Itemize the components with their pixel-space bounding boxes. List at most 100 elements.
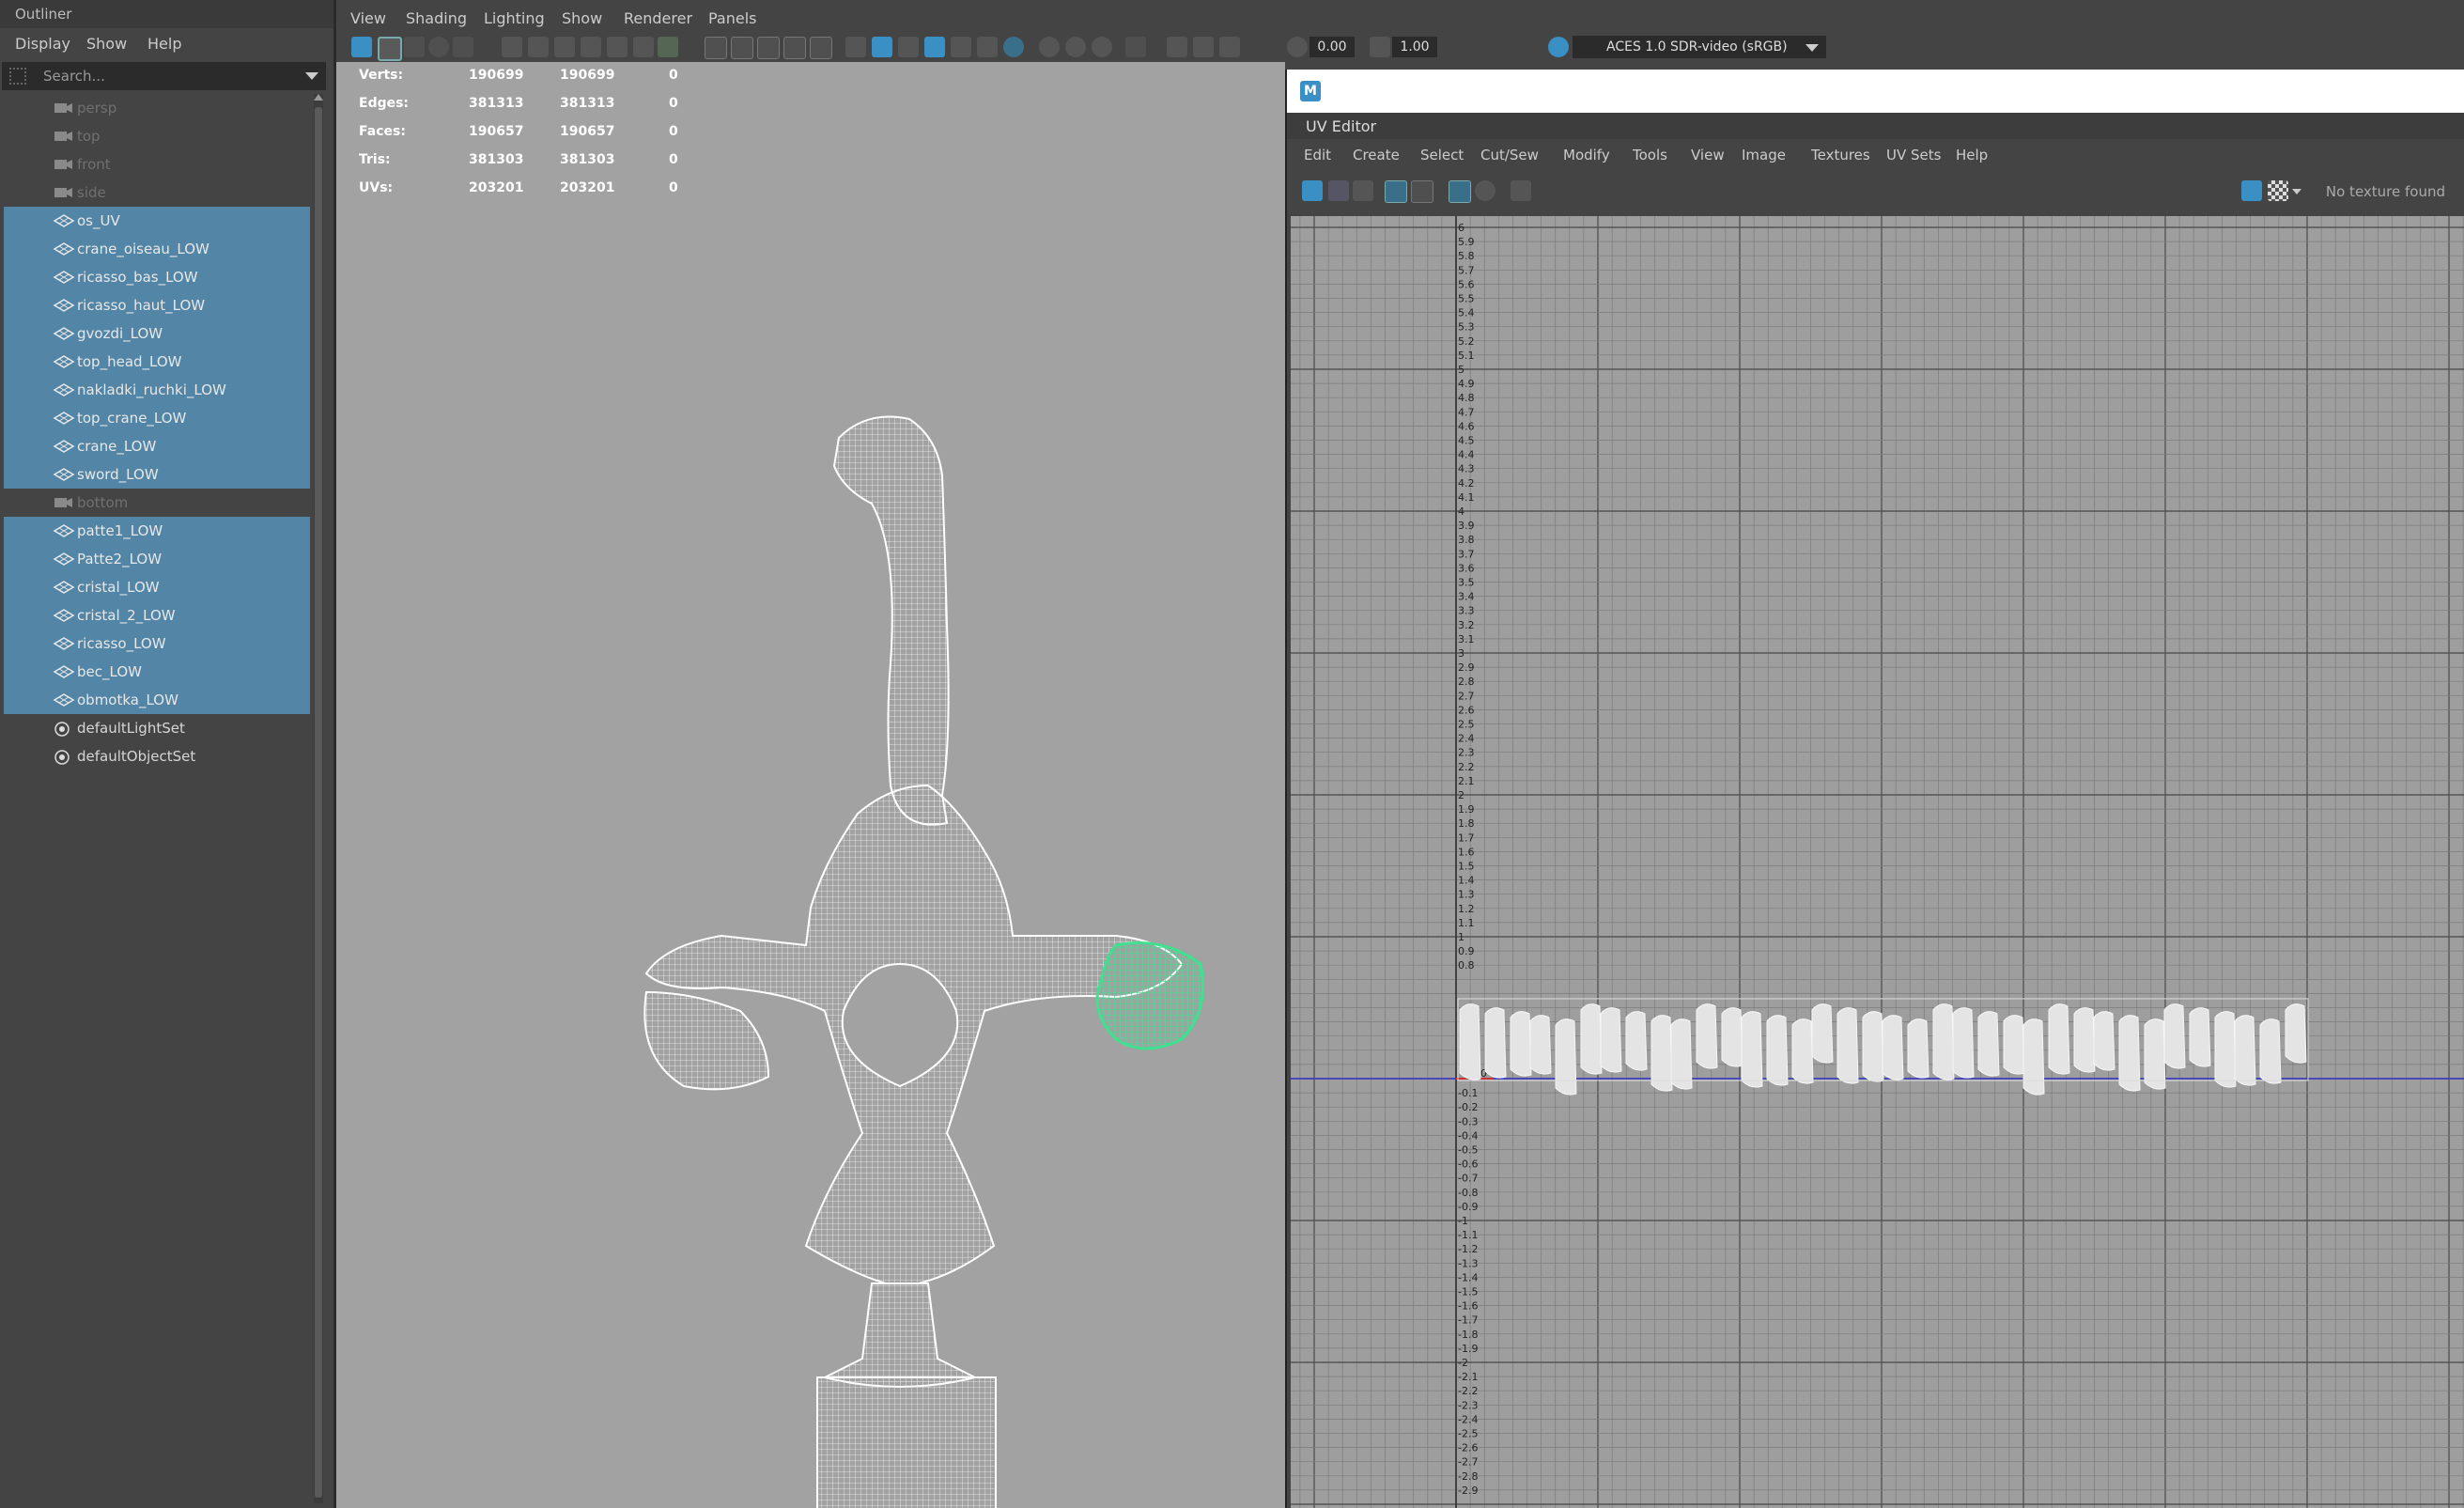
- outliner-item[interactable]: defaultObjectSet: [4, 742, 310, 770]
- film-gate-icon[interactable]: [581, 37, 601, 57]
- outliner-item[interactable]: bottom: [4, 489, 310, 517]
- grid-icon[interactable]: [705, 37, 727, 59]
- outliner-item[interactable]: Patte2_LOW: [4, 545, 310, 573]
- pixel-snap-icon[interactable]: [1411, 180, 1433, 203]
- outliner-item[interactable]: side: [4, 179, 310, 207]
- display-image-icon[interactable]: [2241, 180, 2262, 201]
- filter-grip-icon[interactable]: [9, 68, 26, 85]
- use-lights-icon[interactable]: [977, 37, 998, 57]
- shadows-icon[interactable]: [1003, 37, 1024, 57]
- outliner-item[interactable]: cristal_2_LOW: [4, 601, 310, 630]
- outliner-item[interactable]: front: [4, 150, 310, 179]
- exposure-dial-icon[interactable]: [1287, 37, 1308, 57]
- gate-mask-icon[interactable]: [633, 37, 654, 57]
- outliner-item[interactable]: patte1_LOW: [4, 517, 310, 545]
- uv-menu-item[interactable]: Edit: [1304, 147, 1331, 163]
- textured-icon[interactable]: [951, 37, 971, 57]
- sword-wireframe-model[interactable]: [336, 62, 1285, 1508]
- uv-grid-canvas[interactable]: 6 5.9 5.8 5.7 5.6 5.5 5.4 5.3 5.2 5.1 5 4.9 4.8 4.7 4.…: [1291, 216, 2464, 1508]
- safe-action-icon[interactable]: [731, 37, 753, 59]
- color-management-icon[interactable]: [1548, 37, 1569, 57]
- uv-menu-item[interactable]: Select: [1420, 147, 1464, 163]
- viewport-3d[interactable]: Verts: 190699 190699 0 Edges: 381313 381313 0 Fa…: [336, 62, 1285, 1508]
- color-space-dropdown[interactable]: ACES 1.0 SDR-video (sRGB): [1573, 36, 1826, 58]
- outliner-item[interactable]: top: [4, 122, 310, 150]
- outliner-item[interactable]: gvozdi_LOW: [4, 319, 310, 348]
- select-camera-icon[interactable]: [351, 37, 372, 57]
- camera-attributes-icon[interactable]: [378, 37, 402, 61]
- outliner-item[interactable]: obmotka_LOW: [4, 686, 310, 714]
- menu-help[interactable]: Help: [147, 35, 181, 53]
- view-transform-icon[interactable]: [1219, 37, 1240, 57]
- scroll-up-arrow-icon[interactable]: [314, 94, 323, 101]
- menu-shading[interactable]: Shading: [406, 9, 467, 27]
- menu-lighting[interactable]: Lighting: [484, 9, 545, 27]
- outliner-item[interactable]: ricasso_haut_LOW: [4, 291, 310, 319]
- resolution-gate-icon[interactable]: [607, 37, 628, 57]
- checker-icon[interactable]: [2268, 180, 2288, 201]
- motion-blur-icon[interactable]: [1065, 37, 1086, 57]
- uv-menu-item[interactable]: Textures: [1811, 147, 1870, 163]
- outliner-item[interactable]: bec_LOW: [4, 658, 310, 686]
- uv-stack-icon[interactable]: [1328, 180, 1349, 201]
- uv-menu-item[interactable]: Create: [1353, 147, 1400, 163]
- smooth-shade-icon[interactable]: [872, 37, 892, 57]
- outliner-item[interactable]: cristal_LOW: [4, 573, 310, 601]
- gamma-icon[interactable]: [1193, 37, 1214, 57]
- gamma-field[interactable]: 1.00: [1392, 37, 1437, 57]
- outliner-scrollbar[interactable]: [314, 94, 323, 1503]
- camera-safe-icon[interactable]: [554, 37, 575, 57]
- checker-display-icon[interactable]: [1449, 180, 1471, 203]
- hud-icon[interactable]: [810, 37, 832, 59]
- outliner-item[interactable]: ricasso_bas_LOW: [4, 263, 310, 291]
- exposure-field[interactable]: 0.00: [1309, 37, 1355, 57]
- scrollbar-thumb[interactable]: [315, 107, 322, 1498]
- multisample-icon[interactable]: [1092, 37, 1112, 57]
- outliner-item[interactable]: os_UV: [4, 207, 310, 235]
- uv-menu-item[interactable]: Modify: [1563, 147, 1610, 163]
- outliner-item[interactable]: nakladki_ruchki_LOW: [4, 376, 310, 404]
- menu-show[interactable]: Show: [562, 9, 602, 27]
- grease-pencil-icon[interactable]: [453, 37, 473, 57]
- image-plane-icon[interactable]: [428, 37, 449, 57]
- menu-view[interactable]: View: [350, 9, 386, 27]
- uv-menu-item[interactable]: View: [1691, 147, 1725, 163]
- outliner-item[interactable]: top_head_LOW: [4, 348, 310, 376]
- field-chart-icon[interactable]: [658, 37, 678, 57]
- camera-icon[interactable]: [502, 37, 522, 57]
- xray-icon[interactable]: [924, 37, 945, 57]
- uv-editor-titlebar[interactable]: M: [1287, 70, 2464, 113]
- uv-distort-icon[interactable]: [1353, 180, 1373, 201]
- snapshot-camera-icon[interactable]: [1511, 180, 1531, 201]
- uv-menu-item[interactable]: Image: [1742, 147, 1786, 163]
- exposure-icon[interactable]: [1167, 37, 1187, 57]
- search-input[interactable]: [43, 64, 297, 88]
- uv-shell-icon[interactable]: [1302, 180, 1323, 201]
- pan-zoom-icon[interactable]: [783, 37, 806, 59]
- menu-display[interactable]: Display: [15, 35, 70, 53]
- safe-title-icon[interactable]: [757, 37, 780, 59]
- outliner-item[interactable]: crane_LOW: [4, 432, 310, 460]
- ambient-occlusion-icon[interactable]: [1039, 37, 1060, 57]
- uv-menu-item[interactable]: Tools: [1633, 147, 1667, 163]
- shading-icon[interactable]: [1475, 180, 1495, 201]
- outliner-item[interactable]: crane_oiseau_LOW: [4, 235, 310, 263]
- isolate-select-icon[interactable]: [1125, 37, 1146, 57]
- uv-menu-item[interactable]: UV Sets: [1886, 147, 1941, 163]
- uv-menu-item[interactable]: Help: [1956, 147, 1988, 163]
- outliner-item[interactable]: persp: [4, 94, 310, 122]
- grid-icon[interactable]: [1385, 180, 1407, 203]
- outliner-item[interactable]: defaultLightSet: [4, 714, 310, 742]
- uv-menu-item[interactable]: Cut/Sew: [1480, 147, 1539, 163]
- outliner-item[interactable]: ricasso_LOW: [4, 630, 310, 658]
- menu-panels[interactable]: Panels: [708, 9, 757, 27]
- chevron-down-icon[interactable]: [2292, 189, 2301, 194]
- outliner-item[interactable]: top_crane_LOW: [4, 404, 310, 432]
- menu-show[interactable]: Show: [86, 35, 127, 53]
- outliner-item[interactable]: sword_LOW: [4, 460, 310, 489]
- gamma-dial-icon[interactable]: [1370, 37, 1390, 57]
- wireframe-icon[interactable]: [845, 37, 866, 57]
- bookmark-icon[interactable]: [404, 37, 425, 57]
- menu-renderer[interactable]: Renderer: [624, 9, 692, 27]
- camera-lock-icon[interactable]: [528, 37, 549, 57]
